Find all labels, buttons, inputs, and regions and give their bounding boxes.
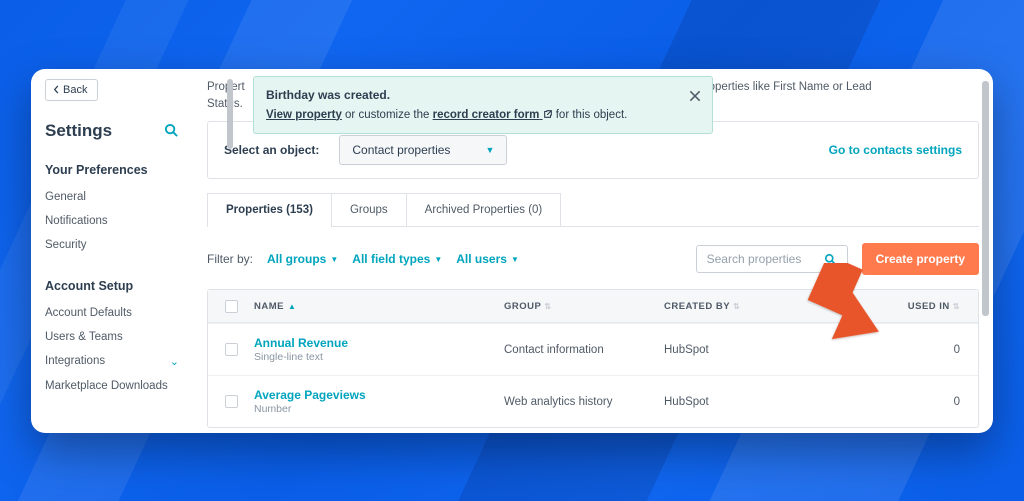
filter-users[interactable]: All users▼	[456, 252, 519, 266]
sort-asc-icon: ▲	[288, 302, 296, 311]
table-row: Average Pageviews Number Web analytics h…	[208, 375, 978, 427]
main-content: Propert Properties store info about a co…	[193, 69, 993, 433]
properties-table: NAME▲ GROUP⇅ CREATED BY⇅ USED IN⇅ Annual…	[207, 289, 979, 428]
col-created-by[interactable]: CREATED BY⇅	[664, 301, 814, 312]
nav-marketplace-downloads[interactable]: Marketplace Downloads	[45, 374, 179, 398]
goto-contacts-settings-link[interactable]: Go to contacts settings	[829, 143, 962, 157]
view-property-link[interactable]: View property	[266, 109, 342, 121]
sidebar: Back Settings Your Preferences General N…	[31, 69, 193, 433]
nav-general[interactable]: General	[45, 185, 179, 209]
sort-icon: ⇅	[733, 302, 740, 311]
page-title: Settings	[45, 121, 112, 141]
filter-groups[interactable]: All groups▼	[267, 252, 338, 266]
sort-icon: ⇅	[953, 302, 960, 311]
property-name-link[interactable]: Annual Revenue	[254, 336, 494, 350]
nav-account-defaults[interactable]: Account Defaults	[45, 301, 179, 325]
caret-down-icon: ▼	[330, 255, 338, 264]
row-checkbox[interactable]	[225, 343, 238, 356]
caret-down-icon: ▼	[485, 145, 494, 155]
col-used-in[interactable]: USED IN⇅	[814, 301, 978, 312]
toast-title: Birthday was created.	[266, 86, 678, 104]
cell-group: Contact information	[504, 344, 664, 356]
search-icon[interactable]	[164, 123, 179, 138]
cell-created-by: HubSpot	[664, 344, 814, 356]
object-selector-label: Select an object:	[224, 143, 319, 157]
section-account-setup: Account Setup	[45, 279, 179, 293]
object-dropdown[interactable]: Contact properties ▼	[339, 135, 507, 165]
object-dropdown-value: Contact properties	[352, 143, 450, 157]
scrollbar-right[interactable]	[982, 81, 989, 316]
tab-archived[interactable]: Archived Properties (0)	[407, 193, 562, 226]
back-label: Back	[63, 84, 87, 96]
back-button[interactable]: Back	[45, 79, 98, 101]
close-icon[interactable]	[688, 89, 702, 103]
col-group[interactable]: GROUP⇅	[504, 301, 664, 312]
section-preferences: Your Preferences	[45, 163, 179, 177]
external-link-icon	[543, 109, 553, 119]
scrollbar-left[interactable]	[227, 79, 233, 149]
row-checkbox[interactable]	[225, 395, 238, 408]
property-type: Single-line text	[254, 351, 494, 363]
sort-icon: ⇅	[544, 302, 551, 311]
col-name[interactable]: NAME▲	[254, 301, 504, 312]
filter-bar: Filter by: All groups▼ All field types▼ …	[207, 243, 979, 275]
tab-groups[interactable]: Groups	[332, 193, 407, 226]
cell-group: Web analytics history	[504, 396, 664, 408]
record-creator-link[interactable]: record creator form	[433, 109, 553, 121]
cell-created-by: HubSpot	[664, 396, 814, 408]
caret-down-icon: ▼	[434, 255, 442, 264]
cell-used-in: 0	[814, 396, 978, 408]
filter-label: Filter by:	[207, 252, 253, 266]
nav-integrations[interactable]: Integrations⌄	[45, 349, 179, 374]
property-name-link[interactable]: Average Pageviews	[254, 388, 494, 402]
create-property-button[interactable]: Create property	[862, 243, 979, 275]
select-all-checkbox[interactable]	[225, 300, 238, 313]
nav-notifications[interactable]: Notifications	[45, 209, 179, 233]
search-placeholder: Search properties	[707, 252, 802, 266]
table-header: NAME▲ GROUP⇅ CREATED BY⇅ USED IN⇅	[208, 290, 978, 323]
nav-users-teams[interactable]: Users & Teams	[45, 325, 179, 349]
chevron-left-icon	[52, 85, 61, 94]
toast-body: View property or customize the record cr…	[266, 107, 678, 124]
intro-text: Propert Properties store info about a co…	[207, 79, 979, 114]
search-icon	[824, 253, 837, 266]
search-input[interactable]: Search properties	[696, 245, 848, 273]
table-row: Annual Revenue Single-line text Contact …	[208, 323, 978, 375]
property-type: Number	[254, 403, 494, 415]
success-toast: Birthday was created. View property or c…	[253, 76, 713, 134]
tabs: Properties (153) Groups Archived Propert…	[207, 193, 979, 227]
tab-properties[interactable]: Properties (153)	[207, 193, 332, 226]
chevron-down-icon: ⌄	[170, 355, 179, 368]
cell-used-in: 0	[814, 344, 978, 356]
filter-field-types[interactable]: All field types▼	[352, 252, 442, 266]
nav-security[interactable]: Security	[45, 233, 179, 257]
caret-down-icon: ▼	[511, 255, 519, 264]
settings-card: Back Settings Your Preferences General N…	[31, 69, 993, 433]
